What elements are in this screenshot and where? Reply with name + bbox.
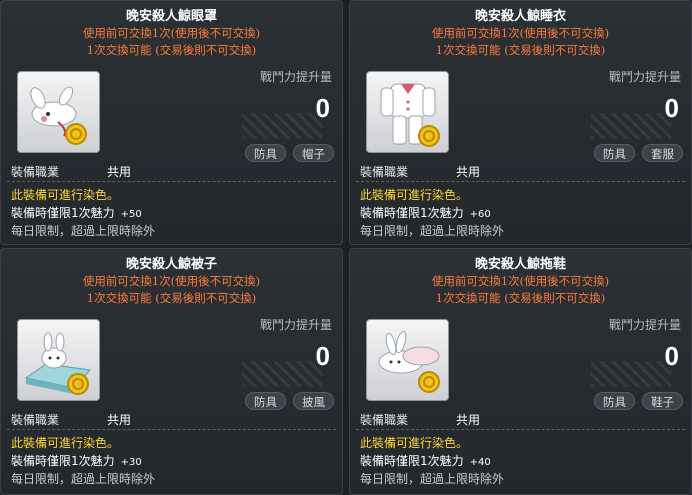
- trade-notice-1: 使用前可交換1次(使用後不可交換): [82, 26, 261, 40]
- dye-notice: 此裝備可進行染色。: [360, 436, 469, 450]
- charm-bonus-label: 裝備時僅限1次魅力: [11, 454, 115, 468]
- item-title: 晚安殺人鯨睡衣: [474, 9, 566, 24]
- trade-notice-2: 1次交換可能 (交易後則不可交換): [86, 43, 257, 57]
- job-value: 共用: [107, 165, 132, 179]
- job-label: 裝備職業: [360, 413, 409, 427]
- daily-limit-note: 每日限制，超過上限時除外: [11, 472, 156, 486]
- divider: [356, 429, 685, 431]
- background-decoration: [242, 113, 322, 139]
- combat-power-value: 0: [664, 341, 679, 371]
- charm-bonus-line: 裝備時僅限1次魅力 +50: [11, 204, 142, 221]
- job-value: 共用: [456, 413, 481, 427]
- category-tag: 防具: [245, 144, 286, 162]
- item-tooltip-pajamas: 晚安殺人鯨睡衣 使用前可交換1次(使用後不可交換) 1次交換可能 (交易後則不可…: [349, 0, 692, 245]
- job-label: 裝備職業: [360, 165, 409, 179]
- divider: [356, 181, 685, 183]
- item-tooltip-eye-mask: 晚安殺人鯨眼罩 使用前可交換1次(使用後不可交換) 1次交換可能 (交易後則不可…: [0, 0, 343, 245]
- daily-limit-note: 每日限制，超過上限時除外: [360, 472, 505, 486]
- dye-notice: 此裝備可進行染色。: [360, 188, 469, 202]
- item-icon-box: [366, 319, 449, 401]
- item-title: 晚安殺人鯨拖鞋: [474, 257, 566, 272]
- combat-power-label: 戰鬥力提升量: [608, 318, 681, 332]
- blanket-icon: [24, 332, 91, 395]
- background-decoration: [591, 113, 671, 139]
- slot-tag: 帽子: [293, 144, 334, 162]
- charm-bonus-value: +60: [469, 209, 491, 220]
- item-tooltip-blanket: 晚安殺人鯨被子 使用前可交換1次(使用後不可交換) 1次交換可能 (交易後則不可…: [0, 248, 343, 495]
- combat-power-value: 0: [315, 93, 330, 123]
- charm-bonus-label: 裝備時僅限1次魅力: [11, 206, 115, 220]
- background-decoration: [591, 361, 671, 387]
- dye-notice: 此裝備可進行染色。: [11, 188, 120, 202]
- item-icon-box: [17, 71, 100, 153]
- trade-notice-2: 1次交換可能 (交易後則不可交換): [435, 43, 606, 57]
- trade-notice-2: 1次交換可能 (交易後則不可交換): [86, 291, 257, 305]
- background-decoration: [242, 361, 322, 387]
- charm-bonus-label: 裝備時僅限1次魅力: [360, 206, 464, 220]
- divider: [7, 429, 336, 431]
- daily-limit-note: 每日限制，超過上限時除外: [360, 224, 505, 238]
- pajamas-icon: [380, 83, 440, 147]
- slot-tag: 鞋子: [642, 392, 683, 410]
- charm-bonus-line: 裝備時僅限1次魅力 +30: [11, 452, 142, 469]
- charm-bonus-value: +30: [120, 457, 142, 468]
- category-tag: 防具: [594, 392, 635, 410]
- item-icon-box: [366, 71, 449, 153]
- charm-bonus-line: 裝備時僅限1次魅力 +40: [360, 452, 491, 469]
- combat-power-value: 0: [664, 93, 679, 123]
- slot-tag: 套服: [642, 144, 683, 162]
- item-title: 晚安殺人鯨眼罩: [125, 9, 217, 24]
- combat-power-value: 0: [315, 341, 330, 371]
- trade-notice-1: 使用前可交換1次(使用後不可交換): [431, 26, 610, 40]
- combat-power-label: 戰鬥力提升量: [259, 318, 332, 332]
- daily-limit-note: 每日限制，超過上限時除外: [11, 224, 156, 238]
- divider: [7, 181, 336, 183]
- charm-bonus-value: +50: [120, 209, 142, 220]
- combat-power-label: 戰鬥力提升量: [259, 70, 332, 84]
- combat-power-label: 戰鬥力提升量: [608, 70, 681, 84]
- item-tooltip-slippers: 晚安殺人鯨拖鞋 使用前可交換1次(使用後不可交換) 1次交換可能 (交易後則不可…: [349, 248, 692, 495]
- category-tag: 防具: [245, 392, 286, 410]
- job-value: 共用: [107, 413, 132, 427]
- trade-notice-1: 使用前可交換1次(使用後不可交換): [82, 274, 261, 288]
- charm-bonus-label: 裝備時僅限1次魅力: [360, 454, 464, 468]
- job-value: 共用: [456, 165, 481, 179]
- charm-bonus-line: 裝備時僅限1次魅力 +60: [360, 204, 491, 221]
- job-label: 裝備職業: [11, 413, 60, 427]
- job-label: 裝備職業: [11, 165, 60, 179]
- dye-notice: 此裝備可進行染色。: [11, 436, 120, 450]
- charm-bonus-value: +40: [469, 457, 491, 468]
- item-icon-box: [17, 319, 100, 401]
- slot-tag: 披風: [293, 392, 334, 410]
- slippers-icon: [378, 330, 440, 393]
- item-title: 晚安殺人鯨被子: [125, 257, 217, 272]
- eye-mask-icon: [30, 86, 87, 145]
- trade-notice-1: 使用前可交換1次(使用後不可交換): [431, 274, 610, 288]
- trade-notice-2: 1次交換可能 (交易後則不可交換): [435, 291, 606, 305]
- category-tag: 防具: [594, 144, 635, 162]
